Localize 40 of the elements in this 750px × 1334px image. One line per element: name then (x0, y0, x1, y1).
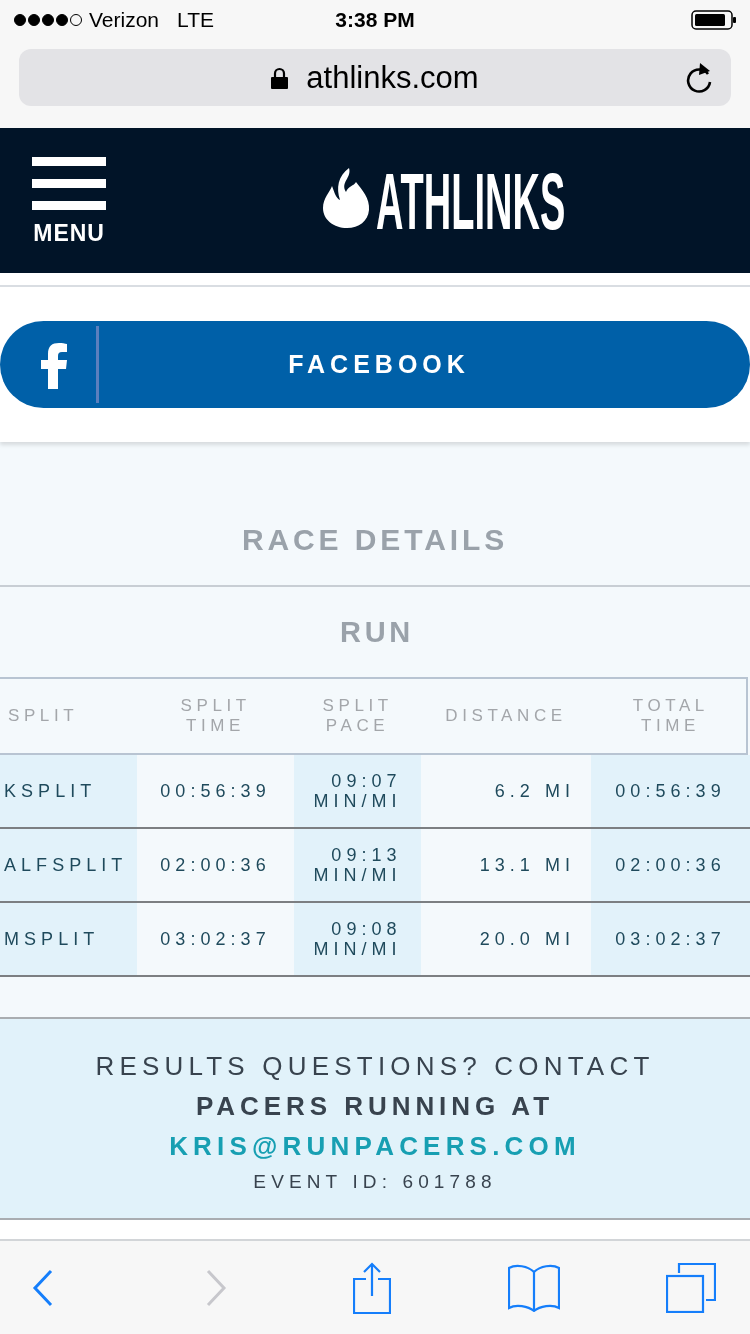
tabs-icon (666, 1262, 716, 1313)
table-cell: ALFSPLIT (0, 829, 137, 901)
section-title: RACE DETAILS (241, 525, 509, 555)
carrier-name: Verizon (89, 7, 160, 34)
column-header: SPLIT TIME (180, 696, 251, 736)
table-cell: MSPLIT (0, 903, 137, 975)
contact-text: RESULTS QUESTIONS? CONTACT PACERS RUNNING AT KRIS@RUNPACERS.COM (55, 1046, 695, 1166)
column-header: DISTANCE (445, 706, 567, 726)
table-cell: 03:02:37 (591, 903, 750, 975)
flame-logo-icon (322, 168, 370, 228)
table-cell: 09:08 MIN/MI (294, 903, 421, 975)
table-cell: 09:07 MIN/MI (294, 755, 421, 827)
event-id: EVENT ID: 601788 (253, 1172, 497, 1191)
back-chevron-icon (32, 1268, 54, 1307)
facebook-button[interactable]: FACEBOOK (0, 321, 750, 408)
battery-icon (691, 10, 737, 30)
logo-wordmark[interactable]: ATHLINKS (376, 162, 566, 242)
share-icon (353, 1261, 391, 1314)
open-book-icon (508, 1263, 560, 1312)
status-time: 3:38 PM (335, 7, 415, 34)
network-type: LTE (177, 7, 214, 34)
signal-strength-icon (13, 13, 83, 27)
share-button[interactable] (352, 1260, 392, 1315)
table-cell: 00:56:39 (591, 755, 750, 827)
table-cell: 09:13 MIN/MI (294, 829, 421, 901)
column-header: TOTAL TIME (632, 696, 709, 736)
menu-icon (32, 156, 106, 210)
lock-icon (271, 66, 289, 89)
address-bar[interactable]: athlinks.com (19, 49, 731, 106)
subsection-title: RUN (338, 617, 415, 647)
forward-chevron-icon (205, 1268, 227, 1307)
column-header: SPLIT PACE (322, 696, 393, 736)
table-cell: 02:00:36 (591, 829, 750, 901)
menu-button[interactable]: MENU (32, 156, 106, 245)
table-cell: KSPLIT (0, 755, 137, 827)
reload-icon[interactable] (686, 62, 714, 93)
tabs-button[interactable] (665, 1260, 717, 1315)
column-header: SPLIT (8, 706, 79, 726)
url-text: athlinks.com (306, 62, 479, 93)
facebook-icon (40, 343, 68, 389)
